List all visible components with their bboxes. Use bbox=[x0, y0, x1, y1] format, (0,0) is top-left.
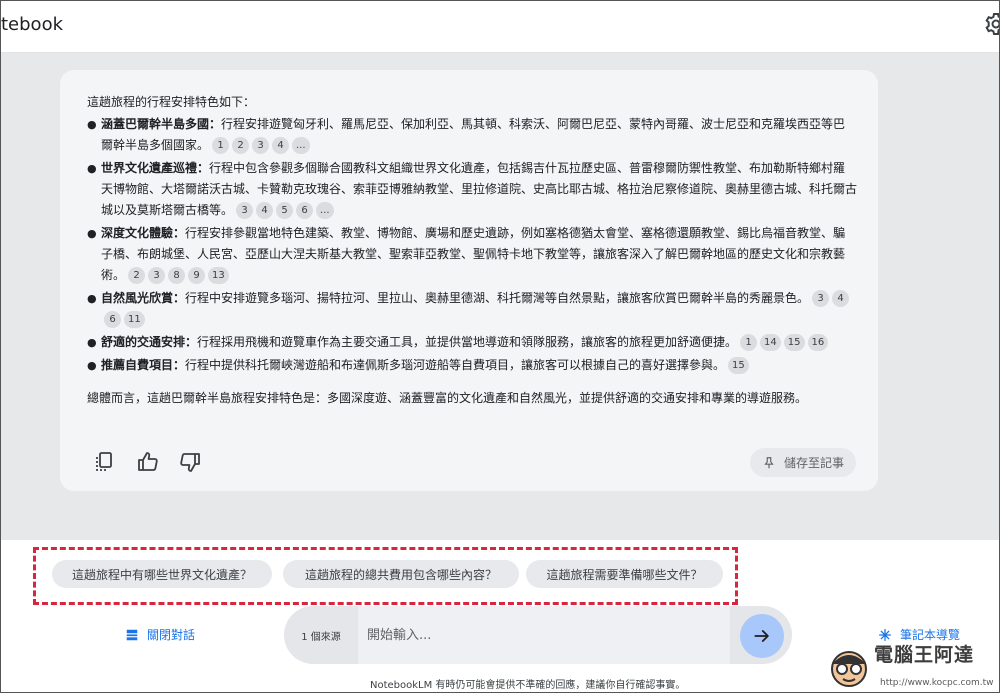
citation-chip[interactable]: 1 bbox=[212, 137, 230, 154]
citation-chip[interactable]: 5 bbox=[276, 202, 294, 219]
bullet-dot: ● bbox=[87, 336, 97, 349]
copy-icon[interactable] bbox=[92, 450, 116, 474]
top-bar: tebook bbox=[0, 0, 1000, 53]
citation-chip[interactable]: 3 bbox=[812, 290, 830, 307]
bullet-item: ● 推薦自費項目：行程中提供科托爾峽灣遊船和布達佩斯多瑙河遊船等自費項目，讓旅客… bbox=[87, 355, 857, 376]
bullet-item: ● 世界文化遺產巡禮：行程中包含參觀多個聯合國教科文組織世界文化遺產，包括錫吉什… bbox=[87, 158, 857, 221]
save-to-note-button[interactable]: 儲存至記事 bbox=[750, 448, 856, 477]
citation-chip[interactable]: 1 bbox=[740, 334, 758, 351]
citation-chip[interactable]: 2 bbox=[232, 137, 250, 154]
bullet-item: ● 自然風光欣賞：行程中安排遊覽多瑙河、揚特拉河、里拉山、奧赫里德湖、科托爾灣等… bbox=[87, 288, 857, 330]
pin-icon bbox=[764, 456, 774, 468]
citation-chip[interactable]: 15 bbox=[783, 334, 805, 351]
citation-chip[interactable]: 4 bbox=[832, 290, 850, 307]
citation-chip[interactable]: 11 bbox=[124, 311, 145, 328]
response-summary: 總體而言，這趟巴爾幹半島旅程安排特色是：多國深度遊、涵蓋豐富的文化遺產和自然風光… bbox=[87, 391, 808, 405]
citation-chip[interactable]: 15 bbox=[728, 357, 749, 374]
suggestions-highlight bbox=[33, 547, 738, 605]
bullet-heading: 涵蓋巴爾幹半島多國： bbox=[101, 117, 222, 131]
bullet-item: ● 舒適的交通安排：行程採用飛機和遊覽車作為主要交通工具，並提供當地導遊和領隊服… bbox=[87, 332, 857, 353]
chat-input-bar: 1 個來源 bbox=[284, 606, 792, 664]
gear-icon[interactable] bbox=[984, 12, 1000, 36]
mascot-icon bbox=[831, 651, 867, 687]
citation-more-chip[interactable]: ... bbox=[316, 202, 334, 219]
bullet-text: 行程採用飛機和遊覽車作為主要交通工具，並提供當地導遊和領隊服務，讓旅客的旅程更加… bbox=[197, 335, 738, 349]
source-count[interactable]: 1 個來源 bbox=[284, 628, 358, 643]
response-bullets: ● 涵蓋巴爾幹半島多國：行程安排遊覽匈牙利、羅馬尼亞、保加利亞、馬其頓、科索沃、… bbox=[87, 114, 857, 378]
watermark-logo: 電腦王阿達 http://www.kocpc.com.tw bbox=[826, 640, 1000, 693]
watermark-url: http://www.kocpc.com.tw bbox=[880, 678, 994, 688]
bullet-text: 行程中包含參觀多個聯合國教科文組織世界文化遺產，包括錫吉什瓦拉歷史區、普雷穆爾防… bbox=[101, 161, 858, 217]
disclaimer: NotebookLM 有時仍可能會提供不準確的回應，建議你自行確認事實。 bbox=[370, 680, 686, 691]
bullet-heading: 世界文化遺產巡禮： bbox=[101, 161, 210, 175]
citation-chip[interactable]: 6 bbox=[296, 202, 314, 219]
close-chat-icon bbox=[126, 629, 138, 640]
arrow-right-icon bbox=[754, 630, 769, 642]
citation-chip[interactable]: 3 bbox=[236, 202, 254, 219]
bullet-item: ● 深度文化體驗：行程安排參觀當地特色建築、教堂、博物館、廣場和歷史遺跡，例如塞… bbox=[87, 223, 857, 286]
citation-chip[interactable]: 9 bbox=[188, 267, 206, 284]
response-card: 這趟旅程的行程安排特色如下： ● 涵蓋巴爾幹半島多國：行程安排遊覽匈牙利、羅馬尼… bbox=[60, 70, 878, 491]
citation-chip[interactable]: 6 bbox=[104, 311, 121, 328]
citation-chip[interactable]: 16 bbox=[807, 334, 829, 351]
bullet-dot: ● bbox=[87, 118, 97, 131]
bullet-heading: 推薦自費項目： bbox=[101, 358, 186, 372]
thumbs-down-icon[interactable] bbox=[178, 450, 202, 474]
close-chat-button[interactable]: 關閉對話 bbox=[125, 626, 195, 643]
app-title: tebook bbox=[1, 14, 64, 35]
citation-chip[interactable]: 4 bbox=[256, 202, 274, 219]
bullet-heading: 深度文化體驗： bbox=[101, 226, 186, 240]
send-button[interactable] bbox=[740, 614, 784, 658]
bullet-heading: 自然風光欣賞： bbox=[101, 291, 186, 305]
response-intro: 這趟旅程的行程安排特色如下： bbox=[87, 95, 256, 109]
thumbs-up-icon[interactable] bbox=[136, 450, 160, 474]
citation-chip[interactable]: 13 bbox=[208, 267, 229, 284]
bullet-dot: ● bbox=[87, 359, 97, 372]
citation-chip[interactable]: 2 bbox=[128, 267, 146, 284]
citation-chip[interactable]: 14 bbox=[760, 334, 781, 351]
citation-chip[interactable]: 3 bbox=[148, 267, 166, 284]
bullet-heading: 舒適的交通安排： bbox=[101, 335, 198, 349]
citation-chip[interactable]: 4 bbox=[272, 137, 290, 154]
citation-chip[interactable]: 3 bbox=[252, 137, 270, 154]
save-to-note-label: 儲存至記事 bbox=[783, 456, 844, 470]
bullet-dot: ● bbox=[87, 162, 97, 175]
bullet-dot: ● bbox=[87, 292, 97, 305]
chat-input[interactable] bbox=[358, 606, 730, 664]
bullet-text: 行程中提供科托爾峽灣遊船和布達佩斯多瑙河遊船等自費項目，讓旅客可以根據自己的喜好… bbox=[185, 358, 726, 372]
close-chat-label: 關閉對話 bbox=[147, 628, 196, 642]
bullet-item: ● 涵蓋巴爾幹半島多國：行程安排遊覽匈牙利、羅馬尼亞、保加利亞、馬其頓、科索沃、… bbox=[87, 114, 857, 156]
bullet-text: 行程中安排遊覽多瑙河、揚特拉河、里拉山、奧赫里德湖、科托爾灣等自然景點，讓旅客欣… bbox=[185, 291, 810, 305]
citation-more-chip[interactable]: ... bbox=[292, 137, 310, 154]
citation-chip[interactable]: 8 bbox=[168, 267, 186, 284]
bullet-dot: ● bbox=[87, 227, 97, 240]
watermark-name: 電腦王阿達 bbox=[874, 644, 975, 666]
